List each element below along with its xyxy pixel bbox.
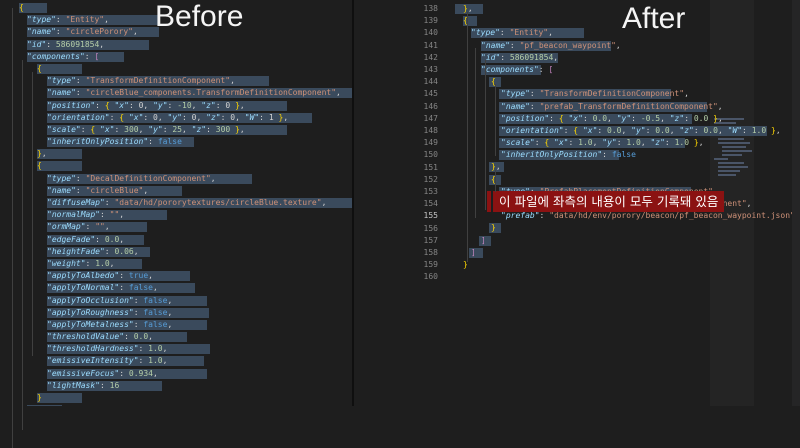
line-number: 150 xyxy=(423,150,438,160)
indent-guide xyxy=(495,170,496,192)
line-number: 152 xyxy=(423,174,438,184)
minimap-line xyxy=(718,166,748,168)
indent-guide xyxy=(495,84,496,156)
line-number: 147 xyxy=(423,113,438,123)
annotation-marker xyxy=(487,191,491,212)
line-number: 158 xyxy=(423,248,438,257)
line-number: 153 xyxy=(423,187,438,196)
line-number: 148 xyxy=(423,126,438,135)
after-heading: After xyxy=(622,2,686,35)
line-number: 143 xyxy=(423,65,438,74)
line-number: 157 xyxy=(423,235,438,245)
minimap-line xyxy=(718,138,744,140)
minimap-line xyxy=(722,146,746,148)
minimap-line xyxy=(722,154,742,156)
line-number: 159 xyxy=(423,260,438,270)
minimap-line xyxy=(718,174,736,176)
line-number: 146 xyxy=(423,101,438,111)
line-number: 154 xyxy=(423,199,438,209)
line-number: 145 xyxy=(423,89,438,99)
line-number: 140 xyxy=(423,28,438,38)
line-number: 151 xyxy=(423,162,438,172)
after-scrollbar[interactable] xyxy=(792,0,800,406)
line-number: 155 xyxy=(423,211,438,221)
minimap-line xyxy=(722,150,752,152)
minimap-line xyxy=(714,158,728,160)
indent-guide xyxy=(22,60,23,430)
line-number: 142 xyxy=(423,52,438,62)
line-number: 149 xyxy=(423,138,438,148)
line-number: 141 xyxy=(423,40,438,50)
line-number: 139 xyxy=(423,16,438,26)
indent-guide xyxy=(485,60,486,210)
line-number: 160 xyxy=(423,272,438,282)
line-number: 144 xyxy=(423,77,438,87)
annotation-callout: 이 파일에 좌측의 내용이 모두 기록돼 있음 xyxy=(493,191,725,212)
minimap-line xyxy=(718,162,744,164)
before-editor-pane[interactable]: {"type": "Entity", "name": "circlePorory"… xyxy=(0,0,400,406)
minimap-line xyxy=(718,142,750,144)
indent-guide xyxy=(467,12,468,262)
indent-guide xyxy=(32,72,33,162)
line-number: 138 xyxy=(423,4,438,13)
line-number: 156 xyxy=(423,223,438,233)
minimap-line xyxy=(718,170,740,172)
before-heading: Before xyxy=(155,0,244,33)
indent-guide xyxy=(475,48,476,218)
indent-guide xyxy=(12,8,13,448)
indent-guide xyxy=(32,156,33,356)
